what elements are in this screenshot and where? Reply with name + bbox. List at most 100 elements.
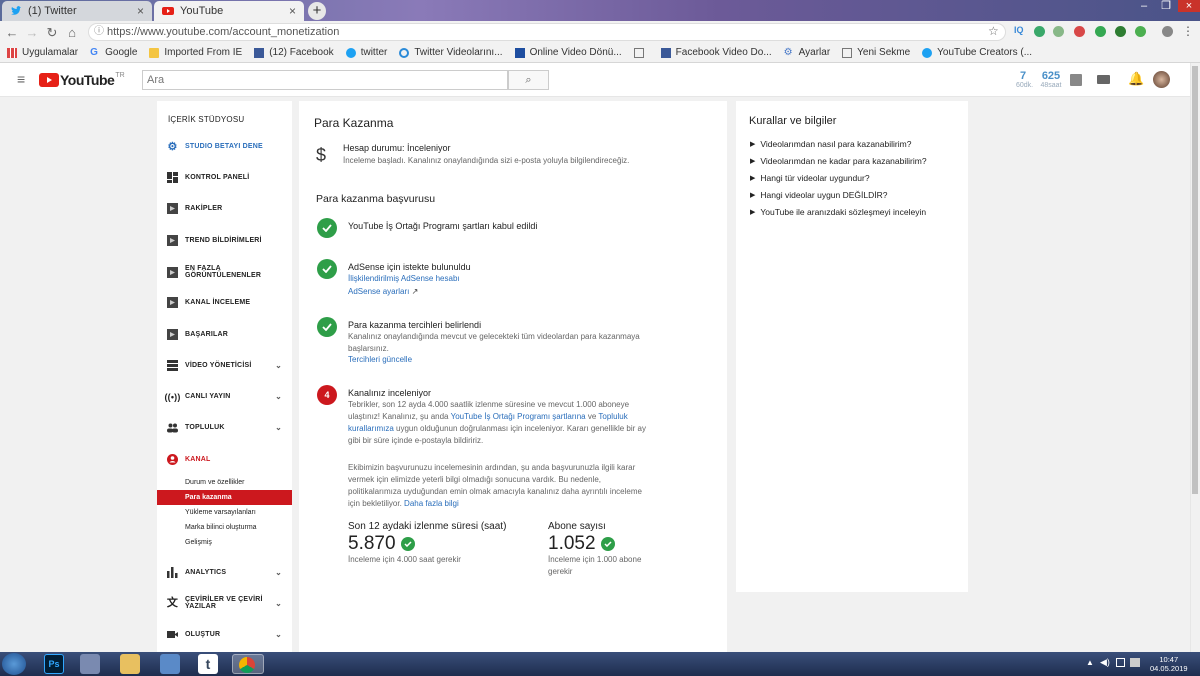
update-preferences-link[interactable]: Tercihleri güncelle xyxy=(348,354,412,366)
bookmark-apps[interactable]: Uygulamalar xyxy=(7,47,78,58)
bookmark-blank[interactable] xyxy=(633,47,649,58)
rule-item[interactable]: ▶ Videolarımdan ne kadar para kazanabilir… xyxy=(750,156,927,166)
sidebar-item-channel-review[interactable]: KANAL İNCELEME xyxy=(157,297,292,308)
minimize-icon[interactable]: – xyxy=(1134,0,1154,12)
bookmark-facebook[interactable]: (12) Facebook xyxy=(254,47,334,58)
network-status-icon[interactable] xyxy=(1116,658,1125,667)
star-icon[interactable]: ☆ xyxy=(988,24,999,38)
youtube-logo[interactable]: YouTube TR xyxy=(39,72,125,88)
sidebar-sub-advanced[interactable]: Gelişmiş xyxy=(157,535,292,550)
bookmark-youtube-creators[interactable]: YouTube Creators (... xyxy=(922,47,1032,58)
people-icon xyxy=(167,422,178,433)
sidebar-sub-status[interactable]: Durum ve özellikler xyxy=(157,475,292,490)
bookmark-imported[interactable]: Imported From IE xyxy=(149,47,242,58)
url-text: https://www.youtube.com/account_monetiza… xyxy=(107,26,340,38)
sidebar-item-video-manager[interactable]: VİDEO YÖNETİCİSİ ⌄ xyxy=(157,360,292,371)
tab-twitter[interactable]: (1) Twitter × xyxy=(2,1,152,21)
realtime-views-48h[interactable]: 625 48saat xyxy=(1040,71,1062,90)
learn-more-link[interactable]: Daha fazla bilgi xyxy=(404,499,459,508)
tab-youtube[interactable]: YouTube × xyxy=(154,1,304,21)
chrome-taskbar-button[interactable] xyxy=(232,654,264,674)
check-icon xyxy=(400,537,415,551)
sidebar-item-dashboard[interactable]: KONTROL PANELİ xyxy=(157,172,292,183)
bookmark-new-tab[interactable]: Yeni Sekme xyxy=(842,47,910,58)
facebook-icon xyxy=(254,47,265,58)
avatar[interactable] xyxy=(1153,71,1170,88)
forward-icon[interactable]: → xyxy=(24,25,40,40)
scrollbar-thumb[interactable] xyxy=(1192,66,1198,494)
sidebar-item-live[interactable]: ((•)) CANLI YAYIN ⌄ xyxy=(157,391,292,402)
extension-icon[interactable] xyxy=(1034,26,1045,37)
sidebar-sub-upload-defaults[interactable]: Yükleme varsayılanları xyxy=(157,505,292,520)
new-tab-button[interactable]: + xyxy=(308,2,326,20)
search-input[interactable]: Ara xyxy=(142,70,508,90)
url-field[interactable]: ⓘ https://www.youtube.com/account_moneti… xyxy=(88,23,1006,41)
hamburger-menu-icon[interactable]: ≡ xyxy=(17,72,25,86)
upload-video-icon[interactable] xyxy=(1097,75,1110,84)
maximize-icon[interactable]: ❐ xyxy=(1156,0,1176,12)
chevron-down-icon: ⌄ xyxy=(275,598,282,608)
analytics-icon[interactable] xyxy=(1070,74,1082,86)
realtime-views-60min[interactable]: 7 60dk. xyxy=(1016,71,1033,90)
twitter-icon xyxy=(345,47,356,58)
clock[interactable]: 10:47 04.05.2019 xyxy=(1150,655,1188,673)
sidebar-item-achievements[interactable]: BAŞARILAR xyxy=(157,329,292,340)
sidebar-item-translations[interactable]: 文 ÇEVİRİLER VE ÇEVİRİ YAZILAR ⌄ xyxy=(157,596,292,610)
search-button[interactable]: ⌕ xyxy=(508,70,549,90)
network-icon[interactable] xyxy=(160,654,180,674)
volume-icon[interactable]: ◀) xyxy=(1100,657,1110,668)
sidebar-item-studio-beta[interactable]: ⚙ STUDIO BETAYI DENE xyxy=(157,141,292,153)
windows-start-icon[interactable] xyxy=(2,653,26,675)
apps-grid-icon xyxy=(7,47,17,58)
close-tab-icon[interactable]: × xyxy=(137,4,144,18)
bookmark-twitter[interactable]: twitter xyxy=(345,47,387,58)
bookmark-facebook-video[interactable]: Facebook Video Do... xyxy=(660,47,772,58)
linked-adsense-link[interactable]: İlişkilendirilmiş AdSense hesabı xyxy=(348,273,460,285)
sidebar-item-trend[interactable]: TREND BİLDİRİMLERİ xyxy=(157,235,292,246)
sidebar-item-most-viewed[interactable]: EN FAZLA GÖRÜNTÜLENENLER xyxy=(157,265,292,279)
profile-icon[interactable] xyxy=(1162,26,1173,37)
home-icon[interactable]: ⌂ xyxy=(64,25,80,40)
tray-arrow-icon[interactable]: ▲ xyxy=(1086,658,1094,667)
account-status-desc: İnceleme başladı. Kanalınız onaylandığın… xyxy=(343,156,630,165)
youtube-header: ≡ YouTube TR Ara ⌕ 7 60dk. 625 48saat 🔔 xyxy=(0,63,1190,97)
back-icon[interactable]: ← xyxy=(4,25,20,40)
ypp-terms-link[interactable]: YouTube İş Ortağı Programı şartlarına xyxy=(451,412,586,421)
bookmark-google[interactable]: G Google xyxy=(90,47,137,58)
extension-icon[interactable] xyxy=(1115,26,1126,37)
action-center-icon[interactable] xyxy=(1130,658,1140,667)
sidebar-item-create[interactable]: OLUŞTUR ⌄ xyxy=(157,629,292,640)
computer-icon[interactable] xyxy=(80,654,100,674)
extension-iq-icon[interactable]: IQ xyxy=(1014,25,1024,35)
bookmark-settings[interactable]: ⚙ Ayarlar xyxy=(784,47,831,58)
extension-icon[interactable] xyxy=(1095,26,1106,37)
video-thumb-icon xyxy=(167,297,178,308)
tumblr-icon[interactable]: t xyxy=(198,654,218,674)
camera-icon xyxy=(167,629,178,640)
rule-item[interactable]: ▶ Hangi tür videolar uygundur? xyxy=(750,173,870,183)
rule-item[interactable]: ▶ Videolarımdan nasıl para kazanabilirim? xyxy=(750,139,911,149)
sidebar-item-channel[interactable]: KANAL xyxy=(157,454,292,465)
extension-download-icon[interactable] xyxy=(1053,26,1064,37)
more-menu-icon[interactable]: ⋮ xyxy=(1182,24,1194,38)
reload-icon[interactable]: ↻ xyxy=(44,25,60,41)
sidebar-sub-monetization[interactable]: Para kazanma xyxy=(157,490,292,505)
subscriber-value: 1.052 xyxy=(548,533,615,555)
adsense-settings-link[interactable]: AdSense ayarları ↗ xyxy=(348,286,418,298)
extension-icon[interactable] xyxy=(1135,26,1146,37)
chevron-down-icon: ⌄ xyxy=(275,392,282,401)
rule-item[interactable]: ▶ YouTube ile aranızdaki sözleşmeyi incel… xyxy=(750,207,926,217)
photoshop-icon[interactable]: Ps xyxy=(44,654,64,674)
bookmark-twitter-videos[interactable]: Twitter Videolarını... xyxy=(399,47,503,58)
close-window-icon[interactable]: × xyxy=(1178,0,1200,12)
extension-icon[interactable] xyxy=(1074,26,1085,37)
rule-item[interactable]: ▶ Hangi videolar uygun DEĞİLDİR? xyxy=(750,190,887,200)
close-tab-icon[interactable]: × xyxy=(289,4,296,18)
folder-icon[interactable] xyxy=(120,654,140,674)
sidebar-sub-branding[interactable]: Marka bilinci oluşturma xyxy=(157,520,292,535)
notifications-bell-icon[interactable]: 🔔 xyxy=(1128,71,1144,87)
sidebar-item-analytics[interactable]: ANALYTICS ⌄ xyxy=(157,567,292,578)
sidebar-item-rakipler[interactable]: RAKİPLER xyxy=(157,203,292,214)
bookmark-online-video[interactable]: Online Video Dönü... xyxy=(514,47,622,58)
sidebar-item-community[interactable]: TOPLULUK ⌄ xyxy=(157,422,292,433)
